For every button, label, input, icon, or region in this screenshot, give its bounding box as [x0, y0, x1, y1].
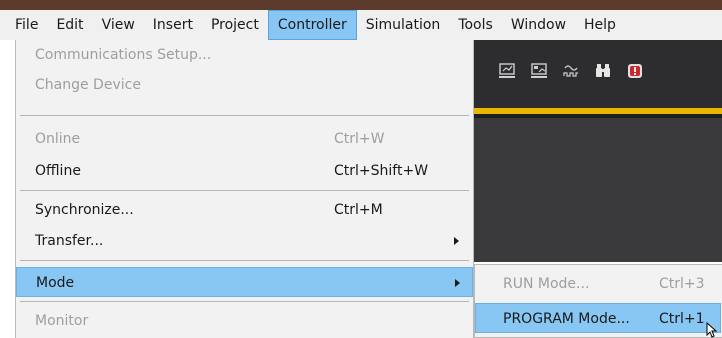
menu-edit[interactable]: Edit — [47, 10, 92, 40]
submenu-item-shortcut: Ctrl+3 — [659, 276, 705, 292]
network-scan-icon[interactable] — [498, 60, 516, 82]
menu-item-label: Transfer... — [35, 233, 104, 249]
waveform-icon[interactable] — [562, 60, 580, 82]
toolbar — [474, 40, 722, 108]
submenu-item-label: PROGRAM Mode... — [503, 311, 630, 327]
menu-item-label: Online — [35, 131, 81, 147]
mouse-cursor-icon — [706, 322, 718, 338]
menu-item-monitor[interactable]: Monitor — [16, 306, 473, 336]
menu-item-online[interactable]: Online Ctrl+W — [16, 124, 473, 154]
menu-separator — [20, 115, 469, 116]
error-alert-icon[interactable] — [626, 60, 644, 82]
menu-item-communications-setup[interactable]: Communications Setup... — [16, 40, 473, 70]
workspace-panel — [474, 114, 722, 262]
submenu-item-run-mode[interactable]: RUN Mode... Ctrl+3 — [475, 269, 721, 299]
menu-item-shortcut: Ctrl+W — [334, 131, 385, 147]
menu-separator — [20, 190, 469, 191]
menu-insert[interactable]: Insert — [144, 10, 202, 40]
submenu-item-label: RUN Mode... — [503, 276, 590, 292]
binoculars-icon[interactable] — [594, 60, 612, 82]
submenu-item-shortcut: Ctrl+1 — [659, 311, 705, 327]
menu-item-change-device[interactable]: Change Device — [16, 70, 473, 100]
app-window: File Edit View Insert Project Controller… — [0, 0, 722, 338]
menu-item-transfer[interactable]: Transfer... — [16, 226, 473, 256]
menu-file[interactable]: File — [6, 10, 47, 40]
menu-separator — [20, 301, 469, 302]
menu-project[interactable]: Project — [202, 10, 268, 40]
menu-view[interactable]: View — [93, 10, 144, 40]
menu-item-shortcut: Ctrl+Shift+W — [334, 163, 429, 179]
menu-item-synchronize[interactable]: Synchronize... Ctrl+M — [16, 195, 473, 225]
menu-simulation[interactable]: Simulation — [357, 10, 450, 40]
menu-tools[interactable]: Tools — [449, 10, 502, 40]
menu-item-label: Offline — [35, 163, 81, 179]
submenu-arrow-icon — [455, 279, 460, 287]
network-scan-alt-icon[interactable] — [530, 60, 548, 82]
menu-help[interactable]: Help — [575, 10, 625, 40]
controller-menu: Communications Setup... Change Device On… — [15, 40, 474, 338]
menu-item-label: Synchronize... — [35, 202, 134, 218]
menu-item-shortcut: Ctrl+M — [334, 202, 383, 218]
menu-item-label: Change Device — [35, 77, 141, 93]
menu-window[interactable]: Window — [502, 10, 575, 40]
submenu-item-program-mode[interactable]: PROGRAM Mode... Ctrl+1 — [475, 303, 721, 333]
mode-submenu: RUN Mode... Ctrl+3 PROGRAM Mode... Ctrl+… — [474, 264, 722, 338]
menu-item-offline[interactable]: Offline Ctrl+Shift+W — [16, 156, 473, 186]
menu-separator — [20, 260, 469, 261]
menu-item-mode[interactable]: Mode — [16, 267, 473, 297]
menu-item-label: Monitor — [35, 313, 89, 329]
menu-item-label: Communications Setup... — [35, 47, 212, 63]
menu-item-label: Mode — [36, 275, 75, 291]
submenu-arrow-icon — [454, 237, 459, 245]
menu-controller[interactable]: Controller — [267, 10, 357, 40]
title-bar-strip — [0, 0, 722, 10]
menu-bar: File Edit View Insert Project Controller… — [0, 10, 722, 40]
